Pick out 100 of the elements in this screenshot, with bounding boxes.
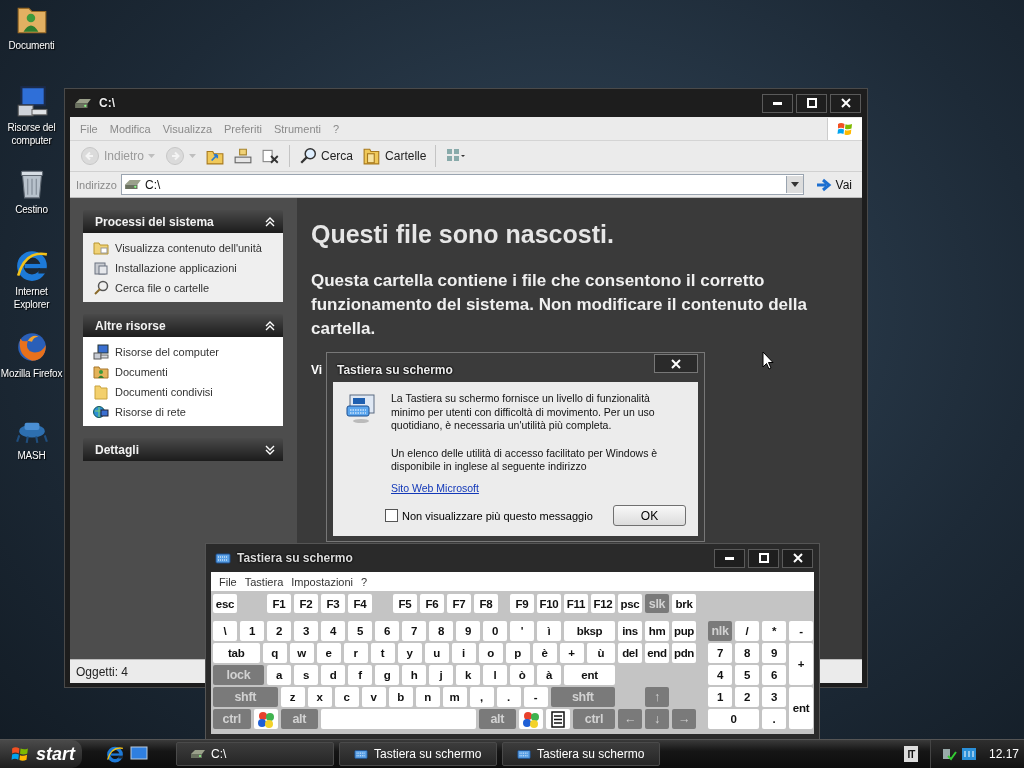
keyboard-key[interactable]: ' [510, 621, 534, 641]
keyboard-key[interactable]: F11 [564, 594, 588, 613]
keyboard-key[interactable]: 7 [402, 621, 426, 641]
keyboard-key[interactable]: x [307, 687, 332, 707]
ok-button[interactable]: OK [613, 505, 686, 526]
desktop-icon-label[interactable]: MASH [17, 449, 46, 462]
keyboard-key[interactable]: F4 [348, 594, 372, 613]
keyboard-key[interactable]: u [424, 643, 449, 663]
keyboard-key[interactable]: è [532, 643, 557, 663]
task-link[interactable]: Visualizza contenuto dell'unità [115, 242, 262, 254]
taskbar-button[interactable]: C:\ [176, 742, 334, 766]
keyboard-key[interactable]: F7 [447, 594, 471, 613]
panel-header[interactable]: Altre risorse [83, 314, 283, 337]
keyboard-key[interactable]: * [762, 621, 786, 641]
panel-header[interactable]: Dettagli [83, 438, 283, 461]
keyboard-key[interactable]: 1 [240, 621, 264, 641]
keyboard-key[interactable]: F6 [420, 594, 444, 613]
keyboard-key[interactable]: 9 [456, 621, 480, 641]
keyboard-key[interactable]: v [361, 687, 386, 707]
keyboard-key[interactable]: 6 [762, 665, 786, 685]
keyboard-key[interactable]: + [559, 643, 584, 663]
keyboard-key[interactable]: , [469, 687, 494, 707]
keyboard-key[interactable]: pup [672, 621, 696, 641]
keyboard-key[interactable]: p [505, 643, 530, 663]
keyboard-key[interactable]: F12 [591, 594, 615, 613]
keyboard-key[interactable]: tab [213, 643, 260, 663]
keyboard-key[interactable]: 5 [348, 621, 372, 641]
menu-key[interactable] [546, 709, 570, 729]
keyboard-key[interactable]: 3 [762, 687, 786, 707]
keyboard-key[interactable]: s [294, 665, 318, 685]
keyboard-key[interactable]: 8 [429, 621, 453, 641]
keyboard-key[interactable]: 5 [735, 665, 759, 685]
keyboard-key[interactable]: F8 [474, 594, 498, 613]
keyboard-key[interactable]: hm [645, 621, 669, 641]
keyboard-key[interactable]: - [523, 687, 548, 707]
menu-item[interactable]: File [215, 575, 241, 588]
maximize-button[interactable] [748, 548, 779, 568]
windows-key[interactable] [253, 709, 278, 729]
keyboard-key[interactable]: 7 [708, 643, 732, 663]
task-link[interactable]: Documenti [115, 366, 168, 378]
keyboard-key[interactable]: esc [213, 594, 237, 613]
keyboard-key[interactable]: 2 [267, 621, 291, 641]
go-button[interactable]: Vai [807, 177, 858, 192]
keyboard-key[interactable]: psc [618, 594, 642, 613]
keyboard-key[interactable]: del [618, 643, 642, 663]
keyboard-key[interactable]: - [789, 621, 813, 641]
keyboard-key[interactable]: 4 [708, 665, 732, 685]
keyboard-key[interactable]: 4 [321, 621, 345, 641]
microsoft-link[interactable]: Sito Web Microsoft [391, 481, 479, 495]
keyboard-key[interactable]: 0 [483, 621, 507, 641]
task-link[interactable]: Risorse del computer [115, 346, 219, 358]
task-link[interactable]: Installazione applicazioni [115, 262, 237, 274]
keyboard-key[interactable]: ent [564, 665, 615, 685]
keyboard-key[interactable]: à [537, 665, 561, 685]
keyboard-key[interactable]: 8 [735, 643, 759, 663]
keyboard-key[interactable]: . [496, 687, 521, 707]
minimize-button[interactable] [714, 548, 745, 568]
keyboard-key[interactable]: . [762, 709, 786, 729]
keyboard-key[interactable]: 3 [294, 621, 318, 641]
keyboard-key[interactable]: c [334, 687, 359, 707]
keyboard-key[interactable]: m [442, 687, 467, 707]
keyboard-key[interactable]: ins [618, 621, 642, 641]
keyboard-key[interactable]: ù [586, 643, 615, 663]
view-contents-link[interactable]: Vi [311, 363, 323, 377]
keyboard-key[interactable]: F5 [393, 594, 417, 613]
keyboard-key[interactable]: 9 [762, 643, 786, 663]
keyboard-key[interactable]: i [451, 643, 476, 663]
taskbar-button[interactable]: Tastiera su schermo [502, 742, 660, 766]
minimize-button[interactable] [762, 93, 793, 113]
language-indicator[interactable]: IT [904, 746, 918, 762]
keyboard-key[interactable]: n [415, 687, 440, 707]
keyboard-key[interactable]: w [289, 643, 314, 663]
keyboard-key[interactable]: k [456, 665, 480, 685]
keyboard-key[interactable]: F10 [537, 594, 561, 613]
desktop-icon-label[interactable]: Risorse del computer [0, 121, 63, 147]
keyboard-key[interactable]: d [321, 665, 345, 685]
keyboard-key[interactable]: brk [672, 594, 696, 613]
task-link[interactable]: Documenti condivisi [115, 386, 213, 398]
maximize-button[interactable] [796, 93, 827, 113]
keyboard-key[interactable]: h [402, 665, 426, 685]
close-button[interactable] [830, 93, 861, 113]
keyboard-key[interactable]: ò [510, 665, 534, 685]
windows-key[interactable] [519, 709, 543, 729]
desktop-icon-label[interactable]: Internet Explorer [0, 285, 63, 311]
keyboard-key[interactable]: F2 [294, 594, 318, 613]
keyboard-key[interactable]: 0 [708, 709, 759, 729]
address-field[interactable]: C:\ [120, 174, 804, 195]
keyboard-key[interactable]: r [343, 643, 368, 663]
keyboard-key[interactable]: 2 [735, 687, 759, 707]
menu-item[interactable]: Tastiera [240, 575, 288, 588]
desktop-icon-label[interactable]: Documenti [8, 39, 55, 52]
keyboard-key[interactable]: y [397, 643, 422, 663]
checkbox-label[interactable]: Non visualizzare più questo messaggio [402, 509, 593, 522]
keyboard-key[interactable]: f [348, 665, 372, 685]
menu-item[interactable]: Impostazioni [287, 575, 358, 588]
keyboard-key[interactable]: pdn [672, 643, 696, 663]
keyboard-key[interactable]: \ [213, 621, 237, 641]
close-button[interactable] [782, 548, 813, 568]
keyboard-key[interactable]: end [645, 643, 669, 663]
keyboard-key[interactable]: t [370, 643, 395, 663]
